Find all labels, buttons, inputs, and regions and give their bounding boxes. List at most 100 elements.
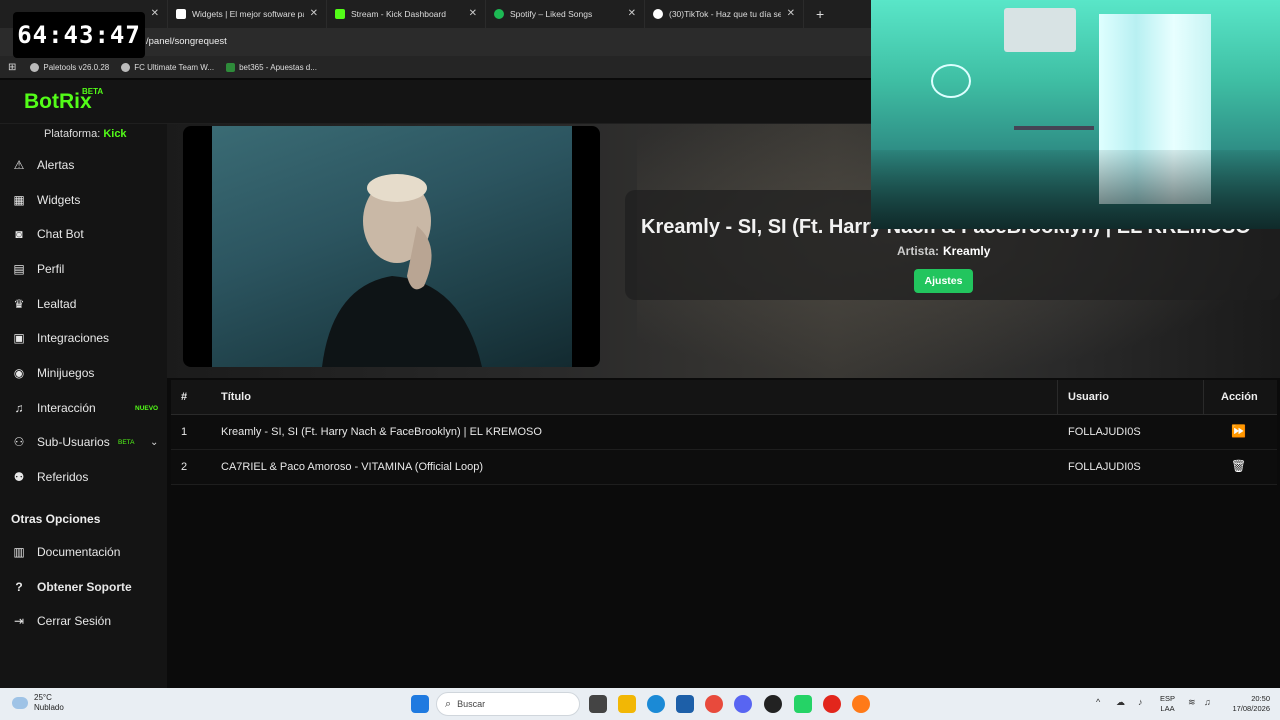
sidebar-item-alertas[interactable]: ⚠ Alertas [0,150,167,180]
close-tab-icon[interactable]: ✕ [787,8,795,19]
gamepad-icon: ◉ [13,366,25,380]
tiktok-favicon-icon [653,9,663,19]
discord-icon[interactable] [734,695,752,713]
spotify-favicon-icon [494,9,504,19]
globe-icon [121,62,131,72]
obs-icon[interactable] [764,695,782,713]
question-icon: ? [15,580,23,594]
trash-icon[interactable]: 🗑 [1231,459,1246,473]
webcam-overlay [871,0,1280,229]
song-queue-table: # Título Usuario Acción 1 Kreamly - SI, … [171,380,1277,485]
shelf-image [1014,126,1094,130]
tab-tiktok[interactable]: (30)TikTok - Haz que tu día sea ✕ [645,0,804,28]
tab-widgets[interactable]: Widgets | El mejor software para ✕ [168,0,327,28]
weather-condition: Nublado [34,703,64,712]
beta-badge: BETA [118,438,135,446]
sidebar-item-integraciones[interactable]: ▣ Integraciones [0,323,167,353]
chrome-icon[interactable] [705,695,723,713]
skip-forward-icon[interactable]: ⏩ [1231,424,1246,438]
sidebar: Plataforma: Kick ⚠ Alertas ▦ Widgets ◙ Chat… [0,124,167,688]
taskbar-search[interactable]: ⌕ Buscar [436,692,580,716]
col-num: # [181,391,188,403]
network-icon[interactable]: ☁ [1116,697,1125,708]
apps-grid-icon[interactable]: ⊞ [8,62,16,73]
task-view-icon[interactable] [589,695,607,713]
language-indicator[interactable]: ESP LAA [1160,694,1175,714]
music-icon: ♫ [14,401,24,415]
sidebar-item-cerrar-sesion[interactable]: ⇥ Cerrar Sesión [0,606,167,636]
air-conditioner-image [1004,8,1076,52]
volume-icon[interactable]: ♫ [1204,697,1211,707]
section-title-otras-opciones: Otras Opciones [11,512,101,526]
windows-taskbar: 25°C Nublado ⌕ Buscar ^ ☁ ♪ ESP LAA ≋ ♫ … [0,688,1280,720]
microphone-icon[interactable]: ♪ [1138,697,1143,707]
whatsapp-icon[interactable] [794,695,812,713]
beta-badge: BETA [82,87,104,96]
store-icon[interactable] [676,695,694,713]
plug-icon: ▣ [13,331,25,345]
temperature: 25°C [34,693,52,702]
firefox-icon[interactable] [852,695,870,713]
kick-favicon-icon [335,9,345,19]
robot-icon: ◙ [15,227,23,241]
sidebar-item-perfil[interactable]: ▤ Perfil [0,254,167,284]
tab-spotify[interactable]: Spotify – Liked Songs ✕ [486,0,645,28]
tab-title: (30)TikTok - Haz que tu día sea [669,9,781,19]
close-tab-icon[interactable]: ✕ [151,8,159,19]
globe-icon [30,62,40,72]
users-icon: ⚇ [13,435,25,449]
room-shadow [871,150,1280,229]
edge-icon[interactable] [647,695,665,713]
search-icon: ⌕ [445,697,452,710]
sidebar-item-documentacion[interactable]: ▥ Documentación [0,537,167,567]
row-num: 1 [181,426,188,438]
row-title: CA7RIEL & Paco Amoroso - VITAMINA (Offic… [221,461,484,473]
column-divider [1057,380,1058,415]
id-card-icon: ▤ [13,262,25,276]
tab-kick-dashboard[interactable]: Stream - Kick Dashboard ✕ [327,0,486,28]
col-user: Usuario [1068,391,1109,403]
weather-widget[interactable]: 25°C Nublado [12,693,64,713]
new-badge: NUEVO [135,404,159,412]
url-text[interactable]: /panel/songrequest [146,36,227,47]
sidebar-item-lealtad[interactable]: ♛ Lealtad [0,289,167,319]
chevron-down-icon[interactable]: ⌄ [150,437,158,448]
file-explorer-icon[interactable] [618,695,636,713]
sidebar-item-widgets[interactable]: ▦ Widgets [0,185,167,215]
wall-clock-image [931,64,971,98]
sidebar-item-referidos[interactable]: ⚉ Referidos [0,462,167,492]
close-tab-icon[interactable]: ✕ [628,8,636,19]
artist-line: Artista: Kreamly [897,244,991,258]
col-title: Título [221,391,251,403]
system-clock[interactable]: 20:50 17/08/2026 [1226,694,1270,714]
bookmark-paletools[interactable]: Paletools v26.0.28 [30,62,109,72]
sidebar-item-sub-usuarios[interactable]: ⚇ Sub-Usuarios BETA ⌄ [0,427,167,457]
wifi-icon[interactable]: ≋ [1188,697,1196,708]
chevron-up-icon[interactable]: ^ [1096,697,1100,707]
book-icon: ▥ [13,545,25,559]
new-tab-button[interactable]: + [816,6,824,22]
sidebar-item-interaccion[interactable]: ♫ Interacción NUEVO [0,393,167,423]
warning-icon: ⚠ [13,158,25,172]
bookmark-fc-ultimate[interactable]: FC Ultimate Team W... [121,62,214,72]
sidebar-item-obtener-soporte[interactable]: ? Obtener Soporte [0,572,167,602]
bookmark-bet365[interactable]: bet365 - Apuestas d... [226,62,317,72]
sidebar-item-chat-bot[interactable]: ◙ Chat Bot [0,219,167,249]
table-row[interactable]: 1 Kreamly - SI, SI (Ft. Harry Nach & Fac… [171,415,1277,450]
col-action: Acción [1221,391,1258,403]
singer-silhouette-icon [322,174,482,367]
close-tab-icon[interactable]: ✕ [310,8,318,19]
row-title: Kreamly - SI, SI (Ft. Harry Nach & FaceB… [221,426,542,438]
artist-name: Kreamly [943,244,991,258]
table-row[interactable]: 2 CA7RIEL & Paco Amoroso - VITAMINA (Off… [171,450,1277,485]
video-player[interactable] [183,126,600,367]
user-group-icon: ⚉ [13,470,25,484]
tab-title: Widgets | El mejor software para [192,9,304,19]
settings-button[interactable]: Ajustes [914,269,973,293]
opera-icon[interactable] [823,695,841,713]
windows-start-icon[interactable] [411,695,429,713]
row-user: FOLLAJUDI0S [1068,461,1141,473]
grid-icon: ▦ [13,193,25,207]
sidebar-item-minijuegos[interactable]: ◉ Minijuegos [0,358,167,388]
close-tab-icon[interactable]: ✕ [469,8,477,19]
